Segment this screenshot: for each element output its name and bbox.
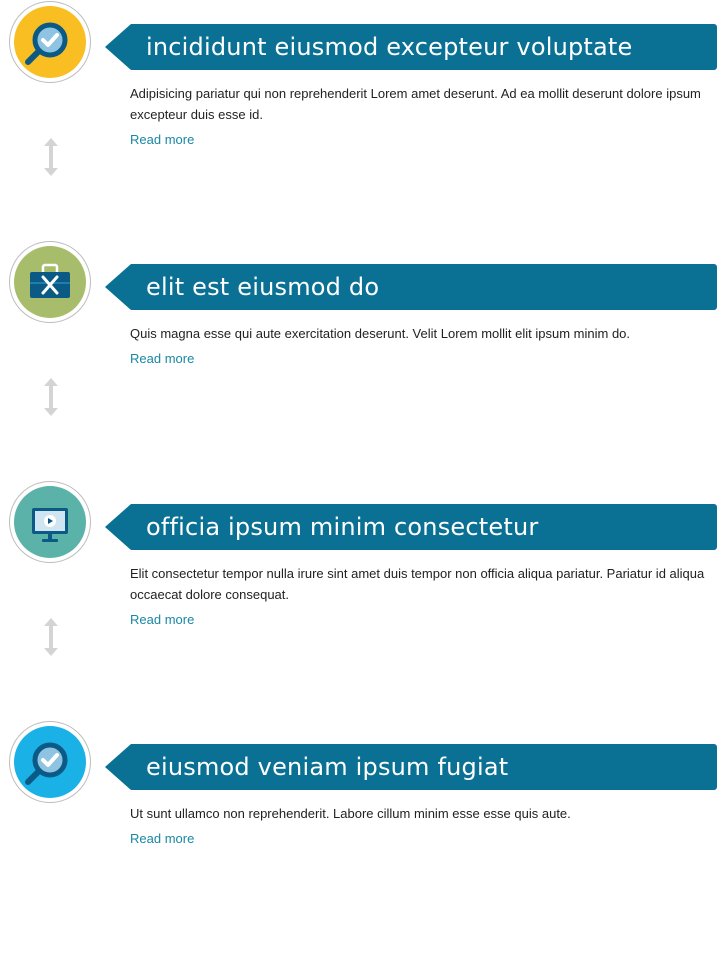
icon-circle xyxy=(9,1,91,83)
item-title: eiusmod veniam ipsum fugiat xyxy=(146,753,509,781)
double-arrow-icon xyxy=(43,378,59,416)
item-description: Adipisicing pariatur qui non reprehender… xyxy=(130,86,701,122)
item-description: Quis magna esse qui aute exercitation de… xyxy=(130,326,631,341)
icon-circle xyxy=(9,721,91,803)
item-description: Elit consectetur tempor nulla irure sint… xyxy=(130,566,705,602)
timeline-item: officia ipsum minim consectetur Elit con… xyxy=(0,481,727,721)
timeline-item: eiusmod veniam ipsum fugiat Ut sunt ulla… xyxy=(0,721,727,961)
item-description: Ut sunt ullamco non reprehenderit. Labor… xyxy=(130,806,571,821)
icon-circle xyxy=(9,241,91,323)
item-header: incididunt eiusmod excepteur voluptate xyxy=(105,24,717,70)
read-more-link[interactable]: Read more xyxy=(130,611,194,629)
item-header: elit est eiusmod do xyxy=(105,264,717,310)
toolbox-icon xyxy=(14,246,86,318)
double-arrow-icon xyxy=(43,618,59,656)
read-more-link[interactable]: Read more xyxy=(130,131,194,149)
icon-circle xyxy=(9,481,91,563)
read-more-link[interactable]: Read more xyxy=(130,350,194,368)
magnifier-check-icon xyxy=(14,726,86,798)
double-arrow-icon xyxy=(43,138,59,176)
item-header: officia ipsum minim consectetur xyxy=(105,504,717,550)
read-more-link[interactable]: Read more xyxy=(130,830,194,848)
timeline-item: incididunt eiusmod excepteur voluptate A… xyxy=(0,1,727,241)
item-header: eiusmod veniam ipsum fugiat xyxy=(105,744,717,790)
item-title: officia ipsum minim consectetur xyxy=(146,513,539,541)
timeline-item: elit est eiusmod do Quis magna esse qui … xyxy=(0,241,727,481)
item-title: elit est eiusmod do xyxy=(146,273,380,301)
monitor-play-icon xyxy=(14,486,86,558)
magnifier-check-icon xyxy=(14,6,86,78)
item-title: incididunt eiusmod excepteur voluptate xyxy=(146,33,633,61)
